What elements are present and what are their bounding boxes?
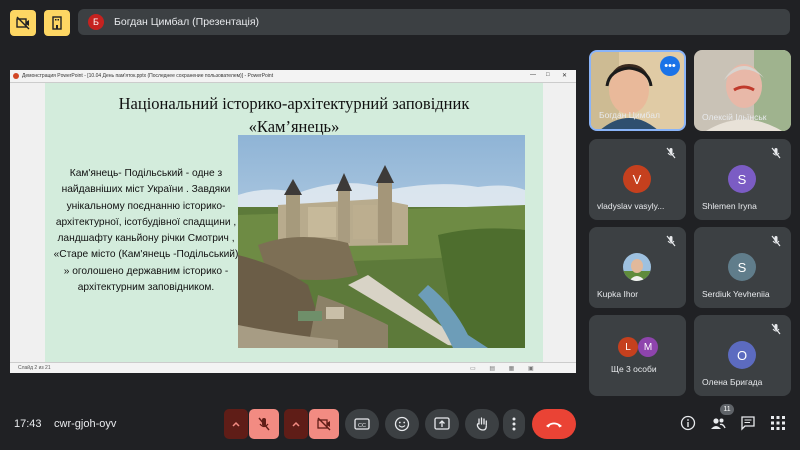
participant-avatar: L	[618, 337, 638, 357]
ppt-window-title: Демонстрация PowerPoint - [10.04 День па…	[22, 73, 274, 79]
mic-off-icon	[666, 235, 676, 247]
castle-photo	[238, 135, 525, 348]
mic-off-icon	[666, 147, 676, 159]
participant-tile-6[interactable]: S Serdiuk Yevheniia	[694, 227, 791, 308]
slide-title-line1: Національний історико-архітектурний запо…	[118, 94, 470, 113]
participant-photo	[623, 253, 651, 281]
end-call-icon	[546, 422, 562, 428]
presenter-avatar: Б	[88, 14, 104, 30]
close-icon[interactable]: ✕	[562, 72, 567, 79]
chat-button[interactable]	[739, 414, 757, 432]
mic-toggle-button[interactable]	[249, 409, 279, 439]
captions-button[interactable]: CC	[345, 409, 379, 439]
emoji-icon	[394, 416, 410, 432]
mic-off-icon	[771, 235, 781, 247]
minimize-icon[interactable]: —	[530, 72, 536, 78]
slide-title: Національний історико-архітектурний запо…	[45, 92, 543, 138]
clock: 17:43	[14, 418, 42, 430]
chevron-up-icon	[292, 421, 300, 427]
camera-toggle-button[interactable]	[309, 409, 339, 439]
camera-off-icon	[317, 417, 331, 431]
participant-tile-3[interactable]: V vladyslav vasyly...	[589, 139, 686, 220]
mic-off-icon	[771, 147, 781, 159]
raise-hand-button[interactable]	[465, 409, 499, 439]
activities-button[interactable]	[769, 414, 787, 432]
participant-avatar: S	[728, 165, 756, 193]
no-video-icon[interactable]	[10, 10, 36, 36]
participant-tile-5[interactable]: Kupka Ihor	[589, 227, 686, 308]
slide-counter: Слайд 2 из 21	[18, 365, 51, 371]
present-button[interactable]	[425, 409, 459, 439]
present-icon	[434, 417, 450, 430]
others-count-label: Ще 3 особи	[611, 364, 657, 374]
ppt-statusbar: Слайд 2 из 21 ▭ ▤ ▦ ▣	[10, 362, 576, 373]
meeting-details-button[interactable]	[679, 414, 697, 432]
camera-options-button[interactable]	[284, 409, 308, 439]
participant-avatar: V	[623, 165, 651, 193]
participant-tile-others[interactable]: L M Ще 3 особи	[589, 315, 686, 396]
participant-tile-8[interactable]: O Олена Бригада	[694, 315, 791, 396]
mic-options-button[interactable]	[224, 409, 248, 439]
maximize-icon[interactable]: □	[546, 72, 550, 78]
building-icon[interactable]	[44, 10, 70, 36]
raise-hand-icon	[476, 417, 487, 431]
participant-name: Shlemen Iryna	[702, 201, 757, 211]
people-icon	[711, 418, 726, 429]
participant-name: Богдан Цимбал	[599, 110, 660, 120]
participant-name: Олена Бригада	[702, 377, 763, 387]
slide-body-text: Кам'янець- Подільський - одне з найдавні…	[53, 168, 239, 294]
info-icon	[680, 415, 696, 431]
presenter-name: Богдан Цимбал (Презентація)	[114, 16, 260, 28]
mic-off-icon	[258, 417, 270, 431]
view-controls[interactable]: ▭ ▤ ▦ ▣	[470, 365, 540, 372]
meeting-code[interactable]: cwr-gjoh-oyv	[54, 418, 116, 430]
participant-avatar: M	[638, 337, 658, 357]
participant-name: Олексій Ільїнськ	[702, 112, 767, 122]
participant-name: Kupka Ihor	[597, 289, 639, 299]
more-options-button[interactable]	[503, 409, 525, 439]
participant-tile-2[interactable]: Олексій Ільїнськ	[694, 50, 791, 131]
participant-name: vladyslav vasyly...	[597, 201, 665, 211]
svg-text:CC: CC	[358, 423, 366, 429]
end-call-button[interactable]	[532, 409, 576, 439]
captions-icon: CC	[354, 418, 370, 430]
chat-icon	[741, 416, 755, 431]
more-options-icon[interactable]: •••	[660, 56, 680, 76]
ppt-titlebar: Демонстрация PowerPoint - [10.04 День па…	[10, 70, 576, 83]
mic-off-icon	[771, 323, 781, 335]
powerpoint-icon	[13, 73, 19, 79]
more-icon	[512, 417, 516, 431]
emoji-button[interactable]	[385, 409, 419, 439]
participant-avatar: S	[728, 253, 756, 281]
presenter-banner: Б Богдан Цимбал (Презентація)	[78, 9, 790, 35]
participant-avatar: O	[728, 341, 756, 369]
people-button[interactable]	[709, 414, 727, 432]
participant-name: Serdiuk Yevheniia	[702, 289, 770, 299]
participant-tile-4[interactable]: S Shlemen Iryna	[694, 139, 791, 220]
participant-tile-1[interactable]: ••• Богдан Цимбал	[589, 50, 686, 131]
chevron-up-icon	[232, 421, 240, 427]
slide: Національний історико-архітектурний запо…	[45, 83, 543, 363]
activities-icon	[771, 416, 785, 430]
